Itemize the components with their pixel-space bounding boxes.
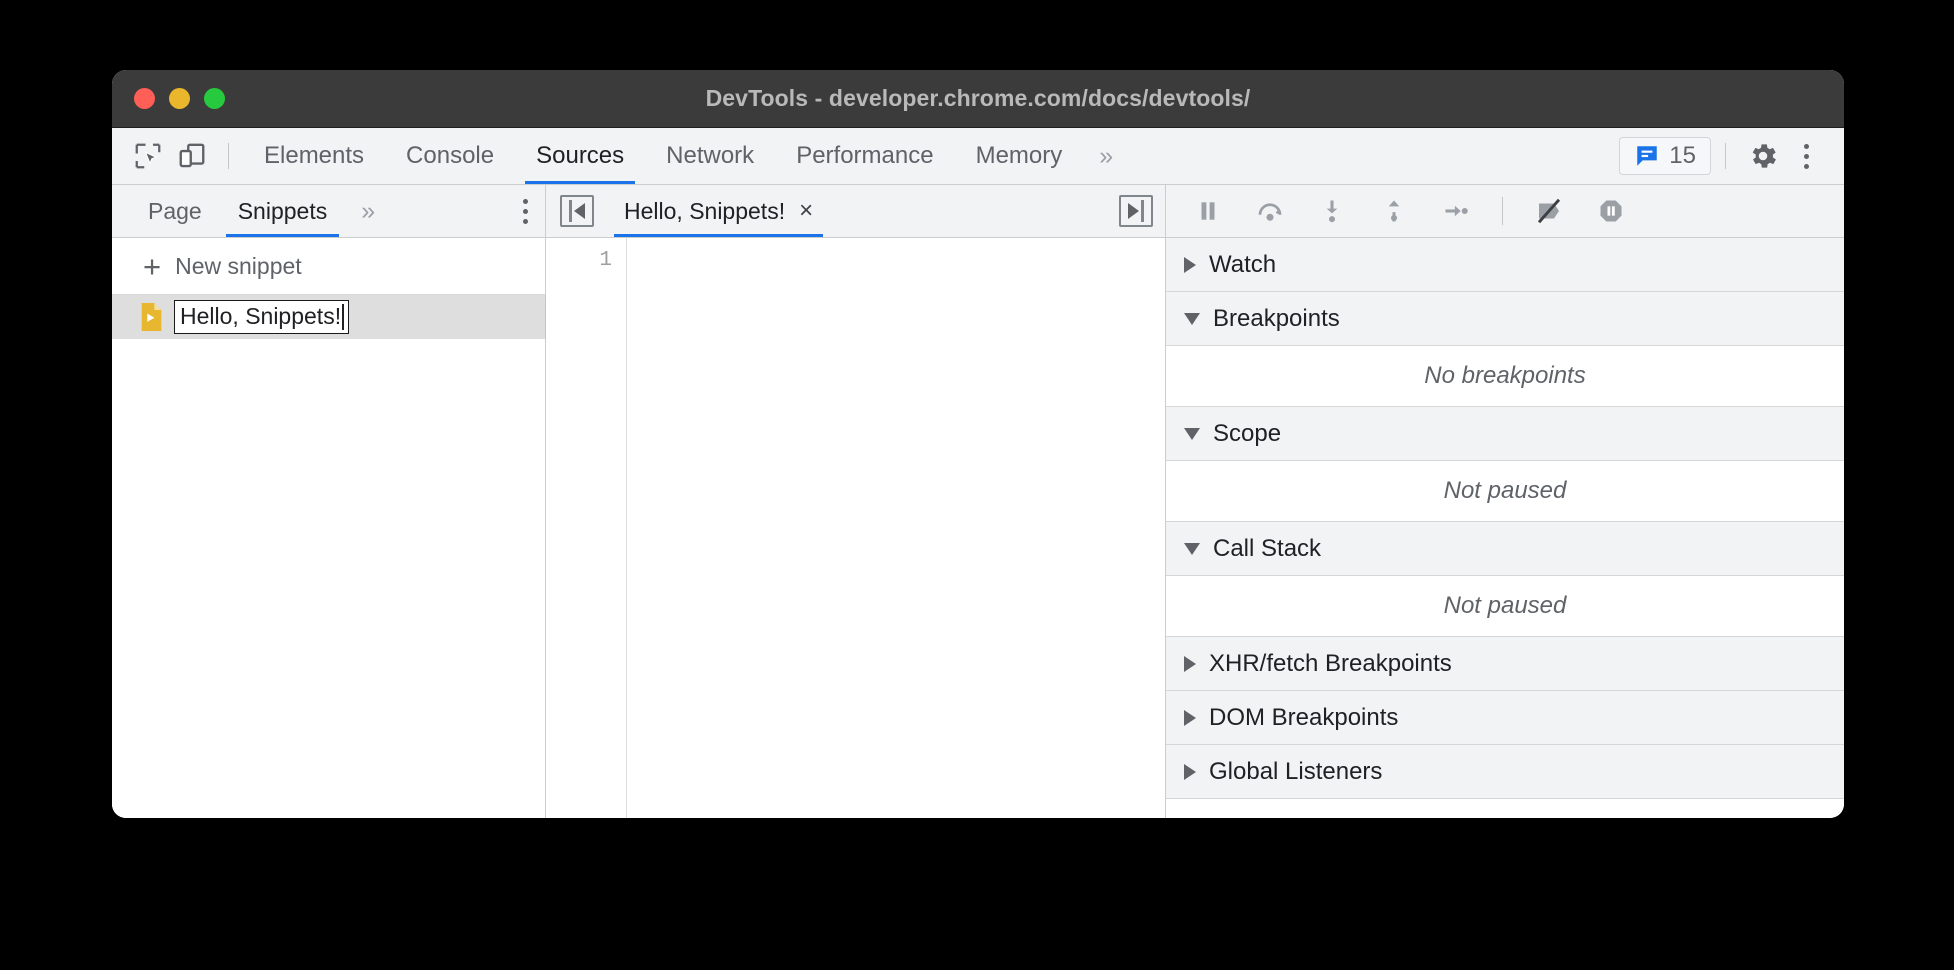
chevron-down-icon	[1184, 428, 1200, 440]
new-snippet-button[interactable]: + New snippet	[112, 238, 545, 295]
deactivate-breakpoints-icon[interactable]	[1529, 191, 1569, 231]
window-titlebar: DevTools - developer.chrome.com/docs/dev…	[112, 70, 1844, 128]
gear-icon[interactable]	[1740, 133, 1786, 179]
toolbar-divider	[228, 143, 229, 169]
close-window-button[interactable]	[134, 88, 155, 109]
section-title: DOM Breakpoints	[1209, 704, 1398, 732]
collapse-right-panel-icon[interactable]	[1119, 195, 1153, 227]
navigator-pane: Page Snippets » + New snippet	[112, 185, 546, 818]
devtools-body: Page Snippets » + New snippet	[112, 185, 1844, 818]
section-title: Scope	[1213, 420, 1281, 448]
debugger-toolbar	[1166, 185, 1844, 238]
navigator-kebab-menu-icon[interactable]	[505, 188, 545, 234]
debugger-toolbar-divider	[1502, 197, 1503, 225]
section-xhr-fetch-breakpoints[interactable]: XHR/fetch Breakpoints	[1166, 637, 1844, 691]
section-title: Breakpoints	[1213, 305, 1340, 333]
section-scope[interactable]: Scope	[1166, 407, 1844, 461]
tab-performance[interactable]: Performance	[775, 128, 954, 184]
inspect-cursor-icon[interactable]	[126, 134, 170, 178]
traffic-lights	[134, 88, 225, 109]
section-title: Call Stack	[1213, 535, 1321, 563]
chevron-right-icon	[1184, 764, 1196, 780]
section-call-stack[interactable]: Call Stack	[1166, 522, 1844, 576]
step-into-icon[interactable]	[1312, 191, 1352, 231]
tab-elements[interactable]: Elements	[243, 128, 385, 184]
js-snippet-file-icon	[140, 303, 163, 331]
pause-icon[interactable]	[1188, 191, 1228, 231]
step-icon[interactable]	[1436, 191, 1476, 231]
navigator-tabbar: Page Snippets »	[112, 185, 545, 238]
minimize-window-button[interactable]	[169, 88, 190, 109]
collapse-left-panel-icon[interactable]	[560, 195, 594, 227]
snippet-name-value: Hello, Snippets!	[180, 303, 341, 330]
tab-console[interactable]: Console	[385, 128, 515, 184]
tab-sources[interactable]: Sources	[515, 128, 645, 184]
close-icon[interactable]: ×	[799, 199, 813, 223]
section-title: Global Listeners	[1209, 758, 1382, 786]
code-editor[interactable]: 1	[546, 238, 1165, 818]
snippet-list-item[interactable]: Hello, Snippets!	[112, 295, 545, 339]
plus-icon: +	[143, 251, 161, 282]
tab-memory[interactable]: Memory	[955, 128, 1084, 184]
chevron-down-icon	[1184, 313, 1200, 325]
step-out-icon[interactable]	[1374, 191, 1414, 231]
line-number: 1	[546, 249, 612, 272]
section-dom-breakpoints[interactable]: DOM Breakpoints	[1166, 691, 1844, 745]
editor-tabbar: Hello, Snippets! ×	[546, 185, 1165, 238]
devtools-main-toolbar: Elements Console Sources Network Perform…	[112, 128, 1844, 185]
pause-on-exceptions-icon[interactable]	[1591, 191, 1631, 231]
breakpoints-empty-text: No breakpoints	[1166, 346, 1844, 407]
message-count: 15	[1669, 142, 1696, 170]
line-number-gutter: 1	[546, 238, 627, 818]
main-panel-tabs: Elements Console Sources Network Perform…	[243, 128, 1129, 184]
nav-tab-page[interactable]: Page	[130, 185, 220, 237]
kebab-menu-icon[interactable]	[1786, 133, 1826, 179]
navigator-more-tabs-chevron-icon[interactable]: »	[345, 197, 391, 226]
call-stack-empty-text: Not paused	[1166, 576, 1844, 637]
snippet-name-input[interactable]: Hello, Snippets!	[174, 300, 349, 333]
debugger-sidebar: Watch Breakpoints No breakpoints Scope N…	[1166, 185, 1844, 818]
text-cursor	[342, 304, 344, 330]
new-snippet-label: New snippet	[175, 253, 302, 280]
editor-tab-label: Hello, Snippets!	[624, 198, 785, 225]
maximize-window-button[interactable]	[204, 88, 225, 109]
tab-network[interactable]: Network	[645, 128, 775, 184]
scope-empty-text: Not paused	[1166, 461, 1844, 522]
more-tabs-chevron-icon[interactable]: »	[1083, 142, 1129, 171]
chevron-right-icon	[1184, 656, 1196, 672]
section-global-listeners[interactable]: Global Listeners	[1166, 745, 1844, 799]
section-title: Watch	[1209, 251, 1276, 279]
section-watch[interactable]: Watch	[1166, 238, 1844, 292]
editor-pane: Hello, Snippets! × 1 {}	[546, 185, 1166, 818]
step-over-icon[interactable]	[1250, 191, 1290, 231]
nav-tab-snippets[interactable]: Snippets	[220, 185, 346, 237]
message-bubble-icon	[1634, 143, 1660, 169]
chevron-right-icon	[1184, 257, 1196, 273]
chevron-down-icon	[1184, 543, 1200, 555]
chevron-right-icon	[1184, 710, 1196, 726]
screenshot-stage: DevTools - developer.chrome.com/docs/dev…	[0, 0, 1954, 970]
snippet-list-empty-area	[112, 339, 545, 818]
window-title: DevTools - developer.chrome.com/docs/dev…	[112, 85, 1844, 112]
device-toolbar-icon[interactable]	[170, 134, 214, 178]
debugger-sections: Watch Breakpoints No breakpoints Scope N…	[1166, 238, 1844, 818]
section-title: XHR/fetch Breakpoints	[1209, 650, 1452, 678]
toolbar-divider-2	[1725, 143, 1726, 169]
editor-tab-hello-snippets[interactable]: Hello, Snippets! ×	[610, 185, 827, 237]
console-messages-badge[interactable]: 15	[1619, 137, 1711, 175]
section-breakpoints[interactable]: Breakpoints	[1166, 292, 1844, 346]
code-text-surface[interactable]	[627, 238, 1165, 818]
devtools-window: DevTools - developer.chrome.com/docs/dev…	[112, 70, 1844, 818]
